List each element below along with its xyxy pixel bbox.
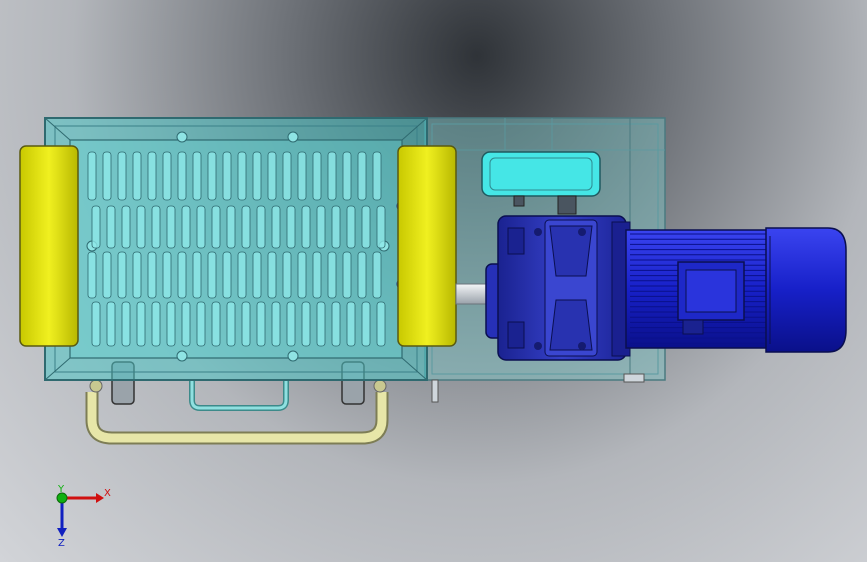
x-axis-label: X (104, 488, 111, 499)
blade-segment (91, 301, 101, 347)
blade-segment (327, 251, 337, 299)
blade-segment (376, 301, 386, 347)
blade-segment (87, 151, 97, 201)
blade-segment (117, 251, 127, 299)
blade-segment (361, 205, 371, 249)
blade-segment (286, 205, 296, 249)
blade-segment (147, 151, 157, 201)
blade-segment (267, 151, 277, 201)
inner-handle (189, 380, 289, 411)
blade-segment (211, 301, 221, 347)
blade-segment (312, 251, 322, 299)
blade-segment (286, 301, 296, 347)
blade-segment (316, 301, 326, 347)
blade-segment (211, 205, 221, 249)
blade-segment (166, 301, 176, 347)
blade-segment (181, 205, 191, 249)
blade-segment (117, 151, 127, 201)
blade-segment (342, 151, 352, 201)
blade-segment (346, 205, 356, 249)
blade-segment (132, 251, 142, 299)
gearbox (485, 215, 627, 361)
blade-segment (226, 205, 236, 249)
blade-segment (91, 205, 101, 249)
blade-segment (196, 205, 206, 249)
blade-segment (357, 251, 367, 299)
blade-segment (297, 151, 307, 201)
blade-segment (151, 301, 161, 347)
blade-segment (327, 151, 337, 201)
cad-viewport[interactable]: X Y Z (0, 0, 867, 562)
blade-segment (301, 301, 311, 347)
blade-segment (181, 301, 191, 347)
blade-segment (282, 251, 292, 299)
blade-segment (192, 151, 202, 201)
blade-segment (267, 251, 277, 299)
y-axis-label: Y (57, 484, 65, 495)
blade-segment (106, 205, 116, 249)
blade-segment (121, 205, 131, 249)
blade-segment (136, 301, 146, 347)
blade-segment (256, 301, 266, 347)
blade-segment (241, 205, 251, 249)
blade-segment (361, 301, 371, 347)
blade-segment (166, 205, 176, 249)
blade-segment (87, 251, 97, 299)
blade-segment (237, 251, 247, 299)
blade-segment (226, 301, 236, 347)
blade-segment (132, 151, 142, 201)
blade-segment (177, 151, 187, 201)
blade-segment (222, 151, 232, 201)
blade-segment (106, 301, 116, 347)
blade-segment (252, 251, 262, 299)
blade-segment (342, 251, 352, 299)
blade-segment (102, 151, 112, 201)
blade-segment (192, 251, 202, 299)
blade-segment (162, 251, 172, 299)
blade-segment (282, 151, 292, 201)
blade-segment (196, 301, 206, 347)
end-cap-left (19, 145, 79, 347)
blade-segment (331, 301, 341, 347)
blade-segment (376, 205, 386, 249)
electric-motor (611, 221, 847, 357)
blade-segment (241, 301, 251, 347)
blade-segment (136, 205, 146, 249)
blade-segment (162, 151, 172, 201)
blade-segment (312, 151, 322, 201)
orientation-triad: X Y Z (56, 484, 111, 549)
z-axis-label: Z (58, 538, 65, 549)
blade-segment (256, 205, 266, 249)
blade-segment (207, 251, 217, 299)
blade-segment (237, 151, 247, 201)
blade-segment (252, 151, 262, 201)
blade-segment (102, 251, 112, 299)
blade-segment (271, 301, 281, 347)
blade-segment (357, 151, 367, 201)
blade-segment (331, 205, 341, 249)
blade-segment (271, 205, 281, 249)
blade-segment (222, 251, 232, 299)
blade-segment (316, 205, 326, 249)
blade-segment (372, 251, 382, 299)
blade-segment (207, 151, 217, 201)
blade-segment (301, 205, 311, 249)
blade-segment (177, 251, 187, 299)
blade-segment (121, 301, 131, 347)
end-cap-right (397, 145, 457, 347)
blade-segment (151, 205, 161, 249)
blade-segment (372, 151, 382, 201)
blade-segment (297, 251, 307, 299)
blade-segment (147, 251, 157, 299)
blade-segment (346, 301, 356, 347)
